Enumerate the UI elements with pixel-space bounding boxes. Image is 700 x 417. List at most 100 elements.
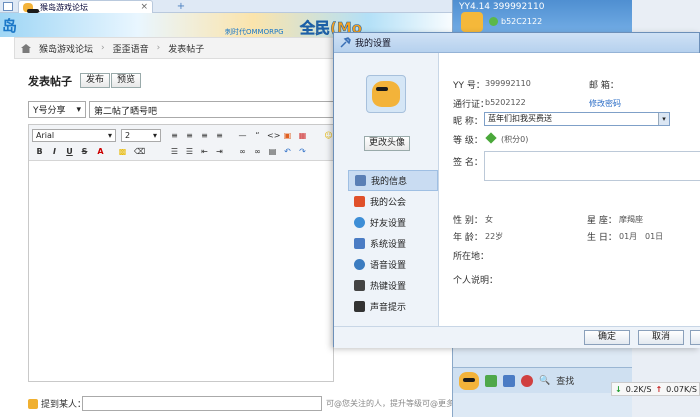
subject-input[interactable]: 第二帖了晒号吧 bbox=[89, 101, 334, 118]
download-speed: 0.2K/S bbox=[625, 384, 652, 394]
align-justify-icon[interactable]: ≡ bbox=[214, 130, 225, 141]
publish-button[interactable]: 发布 bbox=[80, 73, 111, 88]
sidebar-item-sound-alerts[interactable]: 声音提示 bbox=[348, 296, 438, 317]
link-icon[interactable]: ∞ bbox=[237, 146, 248, 157]
online-status-icon[interactable] bbox=[489, 17, 498, 26]
new-tab-icon[interactable]: + bbox=[175, 1, 187, 12]
change-avatar-button[interactable]: 更改头像 bbox=[364, 136, 411, 151]
indent-icon[interactable]: ⇥ bbox=[214, 146, 225, 157]
cancel-button[interactable]: 取消 bbox=[638, 330, 684, 345]
download-arrow-icon: ↓ bbox=[615, 384, 622, 394]
sidebar-item-my-guild[interactable]: 我的公会 bbox=[348, 191, 438, 212]
level-diamond-icon bbox=[485, 132, 497, 144]
settings-dialog: 我的设置 更改头像 我的信息 我的公会 好友设置 系统设置 语音设置 热键设置 … bbox=[333, 32, 700, 348]
upload-speed: 0.07K/S bbox=[666, 384, 697, 394]
font-size-select[interactable]: 2 ▾ bbox=[121, 129, 161, 142]
apps-icon[interactable] bbox=[485, 374, 497, 387]
change-password-link[interactable]: 修改密码 bbox=[589, 98, 621, 109]
sidebar-item-label: 声音提示 bbox=[370, 303, 407, 313]
shield-icon[interactable] bbox=[521, 374, 533, 387]
sidebar-item-system-settings[interactable]: 系统设置 bbox=[348, 233, 438, 254]
underline-icon[interactable]: U bbox=[64, 146, 75, 157]
font-family-select[interactable]: Arial ▾ bbox=[32, 129, 116, 142]
tools-icon[interactable] bbox=[503, 374, 515, 387]
align-center-icon[interactable]: ≡ bbox=[184, 130, 195, 141]
image-icon[interactable]: ▤ bbox=[267, 146, 278, 157]
my-info-panel: YY 号： 399992110 邮 箱： 通行证： b5202122 修改密码 … bbox=[439, 53, 700, 326]
tools-icon bbox=[354, 238, 365, 249]
chevron-down-icon[interactable]: ▾ bbox=[658, 113, 669, 125]
ordered-list-icon[interactable]: ☰ bbox=[169, 146, 180, 157]
yy-avatar[interactable] bbox=[461, 12, 483, 32]
search-icon[interactable]: 🔍 bbox=[539, 376, 550, 386]
sidebar-item-friend-settings[interactable]: 好友设置 bbox=[348, 212, 438, 233]
redo-icon[interactable]: ↷ bbox=[297, 146, 308, 157]
birthday-month: 01月 bbox=[619, 232, 638, 241]
sidebar-item-voice-settings[interactable]: 语音设置 bbox=[348, 254, 438, 275]
font-color-icon[interactable]: A bbox=[95, 146, 106, 157]
sound-icon bbox=[354, 301, 365, 312]
home-icon[interactable] bbox=[21, 43, 31, 53]
sidebar-item-my-info[interactable]: 我的信息 bbox=[348, 170, 438, 191]
close-tab-icon[interactable]: × bbox=[140, 2, 148, 12]
eraser-icon[interactable]: ⌫ bbox=[134, 146, 145, 157]
chevron-down-icon: ▾ bbox=[76, 104, 81, 115]
preview-button[interactable]: 预览 bbox=[111, 73, 142, 88]
sidebar-item-label: 我的信息 bbox=[371, 177, 408, 187]
signature-label: 签 名： bbox=[453, 158, 483, 168]
insert-file-icon[interactable]: ▣ bbox=[282, 130, 293, 141]
level-label: 等 级： bbox=[453, 136, 483, 146]
dialog-footer: 确定 取消 bbox=[334, 326, 700, 348]
breadcrumb-item-forum[interactable]: 猴岛游戏论坛 bbox=[39, 42, 93, 55]
strikethrough-icon[interactable]: S bbox=[79, 146, 90, 157]
flag-icon bbox=[354, 196, 365, 207]
level-value: (积分0) bbox=[501, 135, 529, 144]
italic-icon[interactable]: I bbox=[49, 146, 60, 157]
avatar[interactable] bbox=[366, 75, 406, 113]
site-favicon-icon bbox=[23, 2, 39, 13]
horizontal-rule-icon[interactable]: — bbox=[237, 130, 248, 141]
signature-input[interactable] bbox=[484, 151, 700, 181]
code-icon[interactable]: <> bbox=[267, 130, 280, 141]
breadcrumb-separator: › bbox=[101, 43, 105, 53]
search-label[interactable]: 查找 bbox=[556, 374, 574, 387]
quote-icon[interactable]: “ bbox=[252, 130, 263, 141]
sidebar-item-label: 语音设置 bbox=[370, 261, 407, 271]
align-left-icon[interactable]: ≡ bbox=[169, 130, 180, 141]
bold-icon[interactable]: B bbox=[34, 146, 45, 157]
sidebar-item-label: 系统设置 bbox=[370, 240, 407, 250]
yy-id-display: b52C2122 bbox=[501, 17, 543, 26]
browser-tab[interactable]: _猴岛游戏论坛 × bbox=[18, 0, 153, 13]
align-right-icon[interactable]: ≡ bbox=[199, 130, 210, 141]
apply-button-partial[interactable] bbox=[690, 330, 700, 345]
unlink-icon[interactable]: ∞ bbox=[252, 146, 263, 157]
post-type-select[interactable]: Y号分享 ▾ bbox=[28, 101, 86, 118]
window-icon[interactable] bbox=[3, 2, 13, 11]
unordered-list-icon[interactable]: ☰ bbox=[184, 146, 195, 157]
sidebar-item-hotkey-settings[interactable]: 热键设置 bbox=[348, 275, 438, 296]
breadcrumb-item-board[interactable]: 歪歪语音 bbox=[113, 42, 149, 55]
dialog-title-bar[interactable]: 我的设置 bbox=[334, 33, 699, 53]
editor-toolbar: Arial ▾ 2 ▾ ≡ ≡ ≡ ≡ — “ <> ▣ ▦ B I U S A ▩… bbox=[29, 125, 333, 161]
passport-label: 通行证： bbox=[453, 100, 490, 110]
network-speed-bar: ↓ 0.2K/S ↑ 0.07K/S bbox=[611, 382, 700, 396]
breadcrumb-separator: › bbox=[156, 43, 161, 53]
voice-icon bbox=[354, 259, 365, 270]
highlight-icon[interactable]: ▩ bbox=[117, 146, 128, 157]
passport-value: b5202122 bbox=[485, 98, 526, 107]
post-editor[interactable]: Arial ▾ 2 ▾ ≡ ≡ ≡ ≡ — “ <> ▣ ▦ B I U S A ▩… bbox=[28, 124, 334, 382]
yy-bottom-bar: 🔍 查找 bbox=[453, 367, 633, 393]
outdent-icon[interactable]: ⇤ bbox=[199, 146, 210, 157]
age-value: 22岁 bbox=[485, 232, 504, 241]
keyboard-icon bbox=[354, 280, 365, 291]
friend-icon bbox=[354, 217, 365, 228]
nickname-field[interactable]: 蓝年们扣我买费送 ▾ bbox=[484, 112, 670, 126]
yy-header: YY4.14 399992110 b52C2122 bbox=[453, 0, 632, 34]
undo-icon[interactable]: ↶ bbox=[282, 146, 293, 157]
font-family-value: Arial bbox=[36, 131, 55, 140]
ok-button[interactable]: 确定 bbox=[584, 330, 630, 345]
insert-table-icon[interactable]: ▦ bbox=[297, 130, 308, 141]
yy-header-title: YY4.14 399992110 bbox=[459, 2, 545, 12]
mention-input[interactable] bbox=[82, 396, 322, 411]
yy-mascot-icon[interactable] bbox=[459, 371, 479, 390]
